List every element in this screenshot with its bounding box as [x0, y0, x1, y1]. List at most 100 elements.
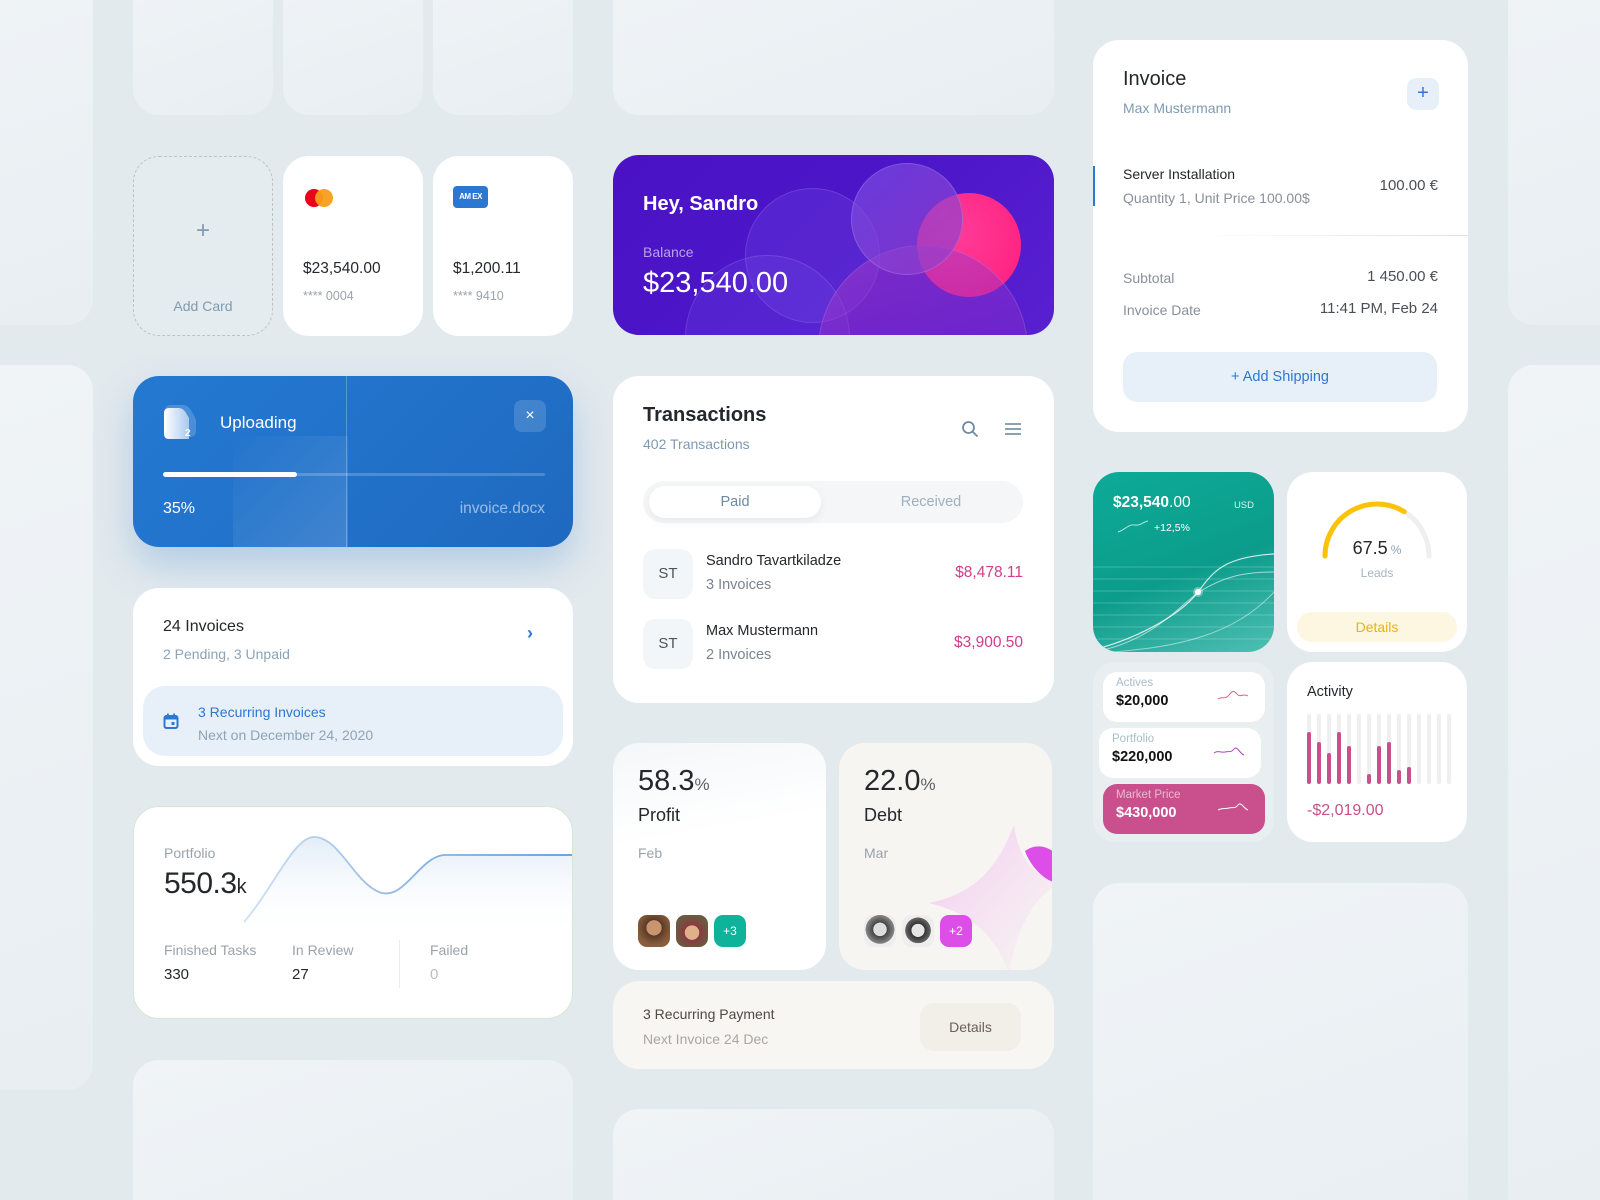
stat-label: In Review	[292, 942, 354, 958]
calendar-icon	[163, 713, 179, 729]
avatar[interactable]	[902, 915, 934, 947]
profit-month: Feb	[638, 845, 663, 861]
transaction-name: Max Mustermann	[706, 623, 819, 639]
close-upload-button[interactable]: ×	[514, 400, 546, 432]
mini-stat-actives[interactable]: Actives $20,000	[1103, 672, 1265, 722]
balance-card: Hey, Sandro Balance $23,540.00	[613, 155, 1054, 335]
recurring-payment-card: 3 Recurring Payment Next Invoice 24 Dec …	[613, 981, 1054, 1069]
debt-label: Debt	[864, 805, 903, 825]
leads-gauge-card: 67.5% Leads Details	[1287, 472, 1467, 652]
invoice-date-value: 11:41 PM, Feb 24	[1319, 300, 1438, 317]
tab-received[interactable]: Received	[845, 486, 1017, 518]
avatar[interactable]	[864, 915, 896, 947]
transactions-count: 402 Transactions	[643, 436, 750, 452]
placeholder-card	[0, 0, 93, 325]
stat-label: Finished Tasks	[164, 942, 257, 958]
avatar[interactable]	[676, 915, 708, 947]
transactions-tabs: Paid Received	[643, 481, 1023, 523]
progress-divider	[346, 376, 347, 547]
card-balance: $23,540.00	[303, 260, 381, 277]
plus-icon: +	[1417, 82, 1429, 104]
activity-bar-chart	[1307, 714, 1457, 784]
activity-bar	[1387, 742, 1391, 784]
avatar: ST	[643, 619, 693, 669]
details-button[interactable]: Details	[920, 1003, 1021, 1051]
payment-card-amex[interactable]: AM EX $1,200.11 **** 9410	[433, 156, 573, 336]
menu-icon[interactable]	[1004, 422, 1022, 436]
plus-icon: +	[195, 217, 210, 244]
activity-bar	[1337, 731, 1341, 784]
invoices-count: 24 Invoices	[163, 618, 244, 635]
profit-number: 58.3	[638, 765, 695, 797]
avatar-group: +2	[864, 915, 978, 947]
gridlines	[1093, 566, 1274, 640]
upload-percent: 35%	[163, 500, 196, 517]
leads-value: 67.5%	[1287, 538, 1467, 559]
transaction-row[interactable]: ST Sandro Tavartkiladze 3 Invoices $8,47…	[643, 549, 1023, 599]
payment-card-mastercard[interactable]: $23,540.00 **** 0004	[283, 156, 423, 336]
activity-bar-track	[1427, 714, 1431, 784]
sparkline-icon	[1213, 747, 1245, 756]
trend-point	[1195, 589, 1201, 595]
activity-bar	[1317, 742, 1321, 784]
currency-label: USD	[1233, 500, 1254, 511]
mini-stat-portfolio[interactable]: Portfolio $220,000	[1099, 728, 1261, 778]
avatar[interactable]	[638, 915, 670, 947]
greeting: Hey, Sandro	[643, 193, 759, 215]
sparkline-icon	[1217, 691, 1249, 700]
chevron-right-icon[interactable]: ›	[527, 623, 533, 644]
leads-number: 67.5	[1352, 538, 1388, 558]
recurring-invoices[interactable]: 3 Recurring Invoices Next on December 24…	[143, 686, 563, 756]
more-avatars-badge[interactable]: +3	[714, 915, 746, 947]
invoice-title: Invoice	[1123, 68, 1187, 90]
trend-line	[1093, 553, 1274, 651]
stat-failed: Failed 0	[430, 942, 468, 983]
activity-value: -$2,019.00	[1307, 802, 1384, 819]
tab-paid[interactable]: Paid	[649, 486, 821, 518]
profit-label: Profit	[638, 805, 681, 825]
mini-stat-value: $430,000	[1116, 805, 1177, 821]
file-count-badge: 2	[185, 428, 191, 439]
add-shipping-button[interactable]: + Add Shipping	[1123, 352, 1437, 402]
placeholder-card	[0, 365, 93, 1090]
activity-title: Activity	[1307, 684, 1353, 700]
usd-balance-main: $23,540	[1113, 494, 1170, 511]
invoice-client: Max Mustermann	[1123, 100, 1232, 116]
subtotal-value: 1 450.00 €	[1367, 268, 1438, 285]
add-item-button[interactable]: +	[1407, 78, 1439, 110]
divider	[1193, 235, 1468, 236]
mini-stat-value: $20,000	[1116, 693, 1169, 709]
avatar: ST	[643, 549, 693, 599]
placeholder-card	[1508, 365, 1600, 1200]
activity-card: Activity -$2,019.00	[1287, 662, 1467, 842]
add-card-label: Add Card	[173, 298, 233, 314]
profit-card: 58.3% Profit Feb +3	[613, 743, 826, 970]
selected-indicator	[1093, 166, 1095, 206]
recurring-payment-title: 3 Recurring Payment	[643, 1006, 775, 1022]
recurring-invoices-next: Next on December 24, 2020	[198, 727, 374, 743]
upload-widget: 2 Uploading × 35% invoice.docx	[133, 376, 573, 547]
debt-month: Mar	[864, 845, 889, 861]
stat-value: 330	[164, 966, 190, 983]
activity-bar	[1397, 770, 1401, 784]
add-card-button[interactable]: + Add Card	[133, 156, 273, 336]
card-number: **** 0004	[303, 289, 354, 303]
mini-sparkline	[1117, 520, 1149, 533]
placeholder-card	[613, 0, 1054, 115]
portfolio-card: Portfolio 550.3k Finished Tasks 330 In Re…	[133, 806, 573, 1019]
more-avatars-badge[interactable]: +2	[940, 915, 972, 947]
divider	[399, 940, 400, 988]
transaction-row[interactable]: ST Max Mustermann 2 Invoices $3,900.50	[643, 619, 1023, 669]
usd-balance-card: $23,540.00 USD +12,5%	[1093, 472, 1274, 652]
mini-stat-label: Market Price	[1116, 789, 1181, 801]
activity-bar-track	[1437, 714, 1441, 784]
stat-in-review: In Review 27	[292, 942, 353, 983]
placeholder-card	[283, 0, 423, 115]
recurring-payment-next: Next Invoice 24 Dec	[643, 1031, 769, 1047]
search-icon[interactable]	[961, 420, 979, 438]
placeholder-card	[1093, 883, 1468, 1200]
activity-bar-track	[1417, 714, 1421, 784]
leads-details-button[interactable]: Details	[1297, 612, 1457, 642]
mini-stat-market-price[interactable]: Market Price $430,000	[1103, 784, 1265, 834]
profit-unit: %	[694, 775, 710, 794]
